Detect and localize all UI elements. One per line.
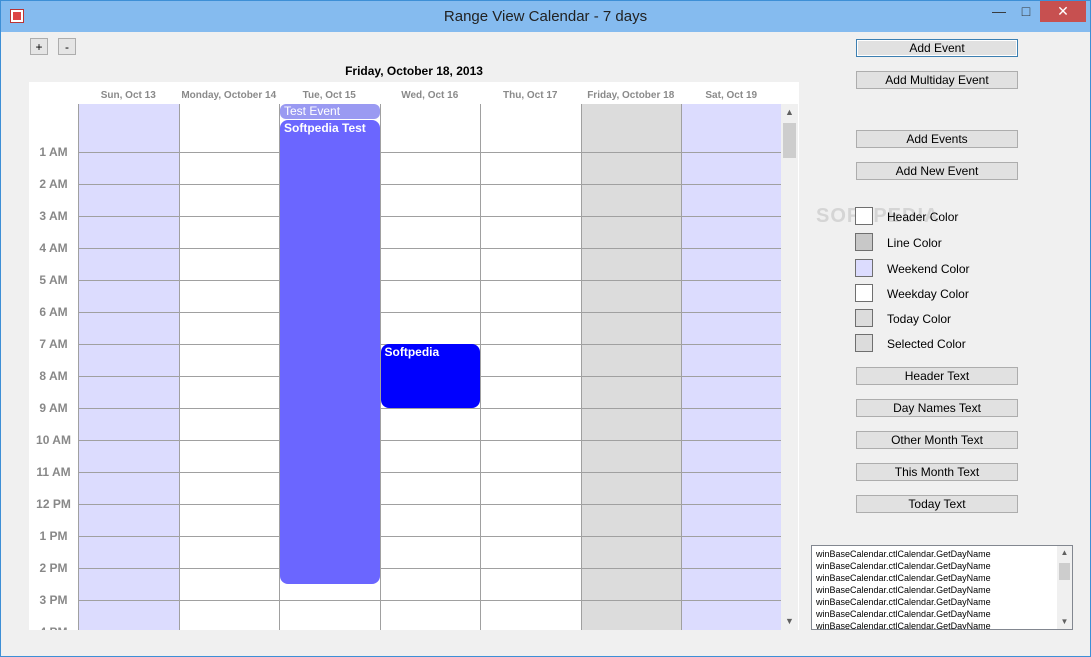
color-option-label: Line Color (887, 236, 942, 250)
add-event-button[interactable]: Add Event (856, 39, 1018, 57)
hour-label: 2 AM (39, 177, 68, 191)
hour-line (78, 600, 781, 601)
hour-label: 1 AM (39, 145, 68, 159)
scroll-thumb[interactable] (783, 123, 796, 158)
day-header[interactable]: Wed, Oct 16 (380, 82, 481, 104)
log-line[interactable]: winBaseCalendar.ctlCalendar.GetDayName (816, 548, 991, 560)
color-swatch[interactable] (855, 309, 873, 327)
maximize-button[interactable]: □ (1013, 1, 1039, 22)
hour-label: 12 PM (36, 497, 71, 511)
hour-line (78, 248, 781, 249)
color-swatch[interactable] (855, 207, 873, 225)
zoom-in-button[interactable]: + (30, 38, 48, 55)
window-title: Range View Calendar - 7 days (443, 8, 648, 25)
hour-line (78, 568, 781, 569)
app-window: Range View Calendar - 7 days — □ ✕ + - F… (0, 0, 1091, 657)
calendar-title: Friday, October 18, 2013 (345, 64, 483, 78)
hour-line (78, 184, 781, 185)
day-header[interactable]: Thu, Oct 17 (480, 82, 581, 104)
hour-label: 10 AM (36, 433, 71, 447)
color-option-label: Weekday Color (887, 287, 969, 301)
zoom-out-button[interactable]: - (58, 38, 76, 55)
this-month-text-button[interactable]: This Month Text (856, 463, 1018, 481)
minimize-button[interactable]: — (986, 1, 1012, 22)
day-column[interactable] (178, 104, 280, 630)
day-header[interactable]: Sun, Oct 13 (78, 82, 179, 104)
day-header[interactable]: Monday, October 14 (179, 82, 280, 104)
header-text-button[interactable]: Header Text (856, 367, 1018, 385)
add-new-event-button[interactable]: Add New Event (856, 162, 1018, 180)
day-header[interactable]: Tue, Oct 15 (279, 82, 380, 104)
log-line[interactable]: winBaseCalendar.ctlCalendar.GetDayName (816, 560, 991, 572)
hour-line (78, 280, 781, 281)
hour-label: 4 PM (29, 625, 78, 630)
hour-label: 6 AM (39, 305, 68, 319)
log-line[interactable]: winBaseCalendar.ctlCalendar.GetDayName (816, 620, 991, 629)
add-events-button[interactable]: Add Events (856, 130, 1018, 148)
hour-label: 5 AM (39, 273, 68, 287)
hour-line (78, 408, 781, 409)
log-listbox[interactable]: winBaseCalendar.ctlCalendar.GetDayName wi… (811, 545, 1073, 630)
hour-label: 3 AM (39, 209, 68, 223)
log-scroll-up-icon[interactable]: ▲ (1057, 546, 1072, 560)
scroll-up-icon[interactable]: ▲ (781, 104, 798, 121)
day-header[interactable]: Friday, October 18 (581, 82, 682, 104)
hour-label: 2 PM (39, 561, 68, 575)
hour-label: 11 AM (36, 465, 71, 479)
add-multiday-event-button[interactable]: Add Multiday Event (856, 71, 1018, 89)
hour-label: 1 PM (39, 529, 68, 543)
hour-line (78, 152, 781, 153)
hour-label: 7 AM (39, 337, 68, 351)
hour-line (78, 440, 781, 441)
calendar-event[interactable]: Softpedia (380, 344, 480, 408)
log-scroll-down-icon[interactable]: ▼ (1057, 615, 1072, 629)
hour-label: 9 AM (39, 401, 68, 415)
hour-line (78, 472, 781, 473)
calendar-event[interactable]: Test Event (280, 104, 380, 119)
close-button[interactable]: ✕ (1040, 1, 1086, 22)
log-line[interactable]: winBaseCalendar.ctlCalendar.GetDayName (816, 584, 991, 596)
calendar-view[interactable]: Sun, Oct 13 Monday, October 14 Tue, Oct 15… (29, 82, 799, 630)
calendar-grid[interactable]: 1 AM 2 AM 3 AM 4 AM 5 AM 6 AM 7 AM 8 AM 9 AM 10 A… (29, 104, 781, 630)
day-header[interactable]: Sat, Oct 19 (681, 82, 782, 104)
hour-label: 8 AM (39, 369, 68, 383)
color-option-label: Selected Color (887, 337, 966, 351)
day-column[interactable] (480, 104, 582, 630)
calendar-scrollbar[interactable]: ▲ ▼ (781, 104, 798, 630)
color-swatch[interactable] (855, 334, 873, 352)
log-line[interactable]: winBaseCalendar.ctlCalendar.GetDayName (816, 596, 991, 608)
day-column[interactable] (580, 104, 682, 630)
hour-line (78, 312, 781, 313)
hour-label: 4 AM (39, 241, 68, 255)
color-option-label: Header Color (887, 210, 959, 224)
day-column[interactable] (681, 104, 781, 630)
color-swatch[interactable] (855, 284, 873, 302)
day-header-row: Sun, Oct 13 Monday, October 14 Tue, Oct 15… (29, 82, 799, 104)
scroll-down-icon[interactable]: ▼ (781, 613, 798, 630)
calendar-event[interactable]: Softpedia Test (280, 120, 380, 584)
hour-line (78, 536, 781, 537)
today-text-button[interactable]: Today Text (856, 495, 1018, 513)
hour-line (78, 216, 781, 217)
log-scroll-thumb[interactable] (1059, 563, 1070, 580)
day-column[interactable] (78, 104, 180, 630)
color-option-label: Weekend Color (887, 262, 970, 276)
hour-label: 3 PM (39, 593, 68, 607)
log-line[interactable]: winBaseCalendar.ctlCalendar.GetDayName (816, 572, 991, 584)
log-line[interactable]: winBaseCalendar.ctlCalendar.GetDayName (816, 608, 991, 620)
title-bar: Range View Calendar - 7 days — □ ✕ (1, 1, 1090, 32)
color-option-label: Today Color (887, 312, 952, 326)
color-swatch[interactable] (855, 259, 873, 277)
color-swatch[interactable] (855, 233, 873, 251)
hour-line (78, 504, 781, 505)
other-month-text-button[interactable]: Other Month Text (856, 431, 1018, 449)
log-scrollbar[interactable]: ▲ ▼ (1057, 546, 1072, 629)
day-names-text-button[interactable]: Day Names Text (856, 399, 1018, 417)
